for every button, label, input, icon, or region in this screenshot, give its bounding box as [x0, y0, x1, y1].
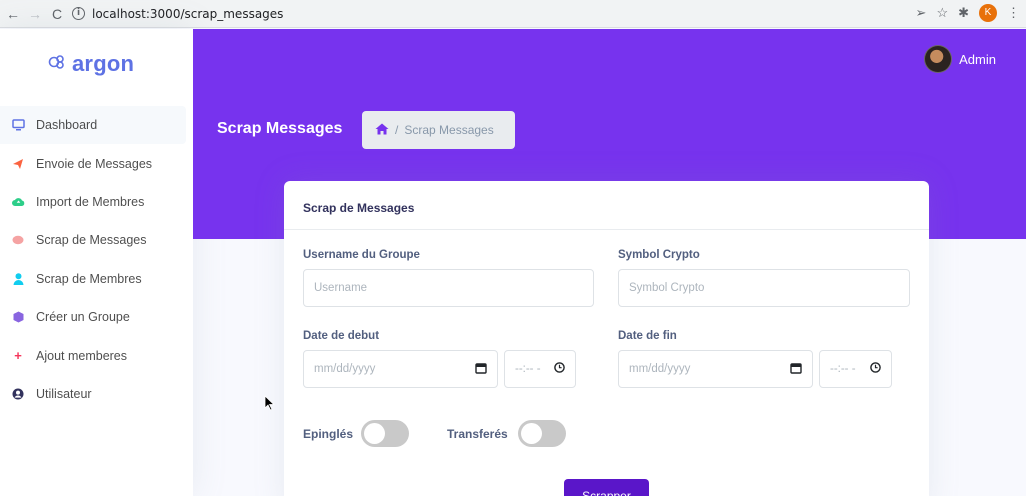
user-circle-icon	[0, 388, 36, 400]
cloud-upload-icon	[0, 197, 36, 207]
address-bar[interactable]: i localhost:3000/scrap_messages	[72, 3, 283, 25]
sidebar-item-label: Scrap de Messages	[36, 233, 147, 248]
end-date-label: Date de fin	[618, 330, 677, 342]
crypto-input[interactable]: Symbol Crypto	[618, 269, 910, 307]
start-date-placeholder: mm/dd/yyyy	[314, 363, 376, 375]
sidebar-item-import-membres[interactable]: Import de Membres	[0, 183, 186, 221]
menu-icon[interactable]: ⋮	[1007, 5, 1020, 21]
sidebar: argon Dashboard Envoie de Messages Impor…	[0, 29, 193, 496]
send-tab-icon[interactable]: ➢	[916, 5, 927, 21]
sidebar-item-envoie-messages[interactable]: Envoie de Messages	[0, 144, 186, 182]
crypto-label: Symbol Crypto	[618, 249, 700, 261]
argon-logo-icon	[48, 54, 66, 75]
send-icon	[0, 158, 36, 170]
user-name: Admin	[959, 51, 996, 67]
forwarded-label: Transferés	[447, 427, 508, 441]
star-icon[interactable]: ☆	[936, 5, 948, 21]
username-input[interactable]: Username	[303, 269, 594, 307]
start-date-label: Date de debut	[303, 330, 380, 342]
calendar-icon[interactable]	[790, 362, 802, 377]
url-text: localhost:3000/scrap_messages	[92, 6, 284, 21]
sidebar-nav: Dashboard Envoie de Messages Import de M…	[0, 106, 186, 413]
brand-name: argon	[72, 51, 135, 76]
toggle-knob	[521, 423, 542, 444]
sidebar-item-dashboard[interactable]: Dashboard	[0, 106, 186, 145]
username-label: Username du Groupe	[303, 249, 420, 261]
end-time-input[interactable]: --:-- -	[819, 350, 892, 388]
profile-avatar[interactable]: K	[979, 4, 997, 22]
scrap-form-card: Scrap de Messages Username du Groupe Use…	[284, 181, 929, 496]
username-placeholder: Username	[314, 282, 368, 294]
end-date-placeholder: mm/dd/yyyy	[629, 363, 691, 375]
sidebar-item-scrap-membres[interactable]: Scrap de Membres	[0, 260, 186, 298]
sidebar-item-ajout-memberes[interactable]: + Ajout memberes	[0, 336, 186, 374]
monitor-icon	[0, 119, 36, 131]
sidebar-item-scrap-messages[interactable]: Scrap de Messages	[0, 221, 186, 259]
extensions-icon[interactable]: ✱	[958, 5, 969, 21]
crypto-placeholder: Symbol Crypto	[629, 282, 705, 294]
forward-icon[interactable]: →	[24, 6, 46, 22]
chat-bubble-icon	[0, 235, 36, 245]
plus-icon: +	[14, 348, 22, 364]
start-time-input[interactable]: --:-- -	[504, 350, 576, 388]
start-date-input[interactable]: mm/dd/yyyy	[303, 350, 498, 388]
sidebar-item-label: Ajout memberes	[36, 348, 128, 363]
sidebar-item-label: Envoie de Messages	[36, 156, 153, 171]
breadcrumb-current: Scrap Messages	[404, 123, 494, 137]
end-time-placeholder: --:-- -	[830, 363, 856, 375]
user-menu[interactable]: Admin	[924, 45, 996, 73]
browser-toolbar: ← → C i localhost:3000/scrap_messages ➢ …	[0, 0, 1026, 28]
reload-icon[interactable]: C	[46, 6, 68, 22]
clock-icon[interactable]	[870, 362, 881, 376]
sidebar-item-label: Utilisateur	[36, 386, 92, 401]
mouse-cursor-icon	[264, 395, 275, 414]
sidebar-item-utilisateur[interactable]: Utilisateur	[0, 375, 186, 413]
sidebar-item-label: Créer un Groupe	[36, 310, 130, 325]
card-title: Scrap de Messages	[303, 201, 415, 215]
sidebar-item-creer-groupe[interactable]: Créer un Groupe	[0, 298, 186, 336]
breadcrumb: / Scrap Messages	[362, 111, 515, 149]
back-icon[interactable]: ←	[2, 6, 24, 22]
toggle-knob	[364, 423, 385, 444]
user-icon	[0, 273, 36, 285]
brand-logo[interactable]: argon	[48, 51, 134, 77]
clock-icon[interactable]	[554, 362, 565, 376]
scrapper-button[interactable]: Scrapper	[564, 479, 649, 496]
avatar	[924, 45, 953, 73]
page-title: Scrap Messages	[217, 120, 343, 137]
calendar-icon[interactable]	[475, 362, 487, 377]
forwarded-toggle[interactable]	[518, 420, 566, 447]
divider	[284, 229, 929, 230]
end-date-input[interactable]: mm/dd/yyyy	[618, 350, 813, 388]
pinned-toggle[interactable]	[361, 420, 409, 447]
sidebar-item-label: Scrap de Membres	[36, 271, 142, 286]
sidebar-item-label: Dashboard	[36, 118, 98, 133]
box-icon	[0, 311, 36, 323]
start-time-placeholder: --:-- -	[515, 363, 541, 375]
pinned-label: Epinglés	[303, 427, 354, 441]
sidebar-item-label: Import de Membres	[36, 194, 145, 209]
home-icon[interactable]	[375, 123, 389, 138]
info-icon[interactable]: i	[72, 7, 85, 20]
